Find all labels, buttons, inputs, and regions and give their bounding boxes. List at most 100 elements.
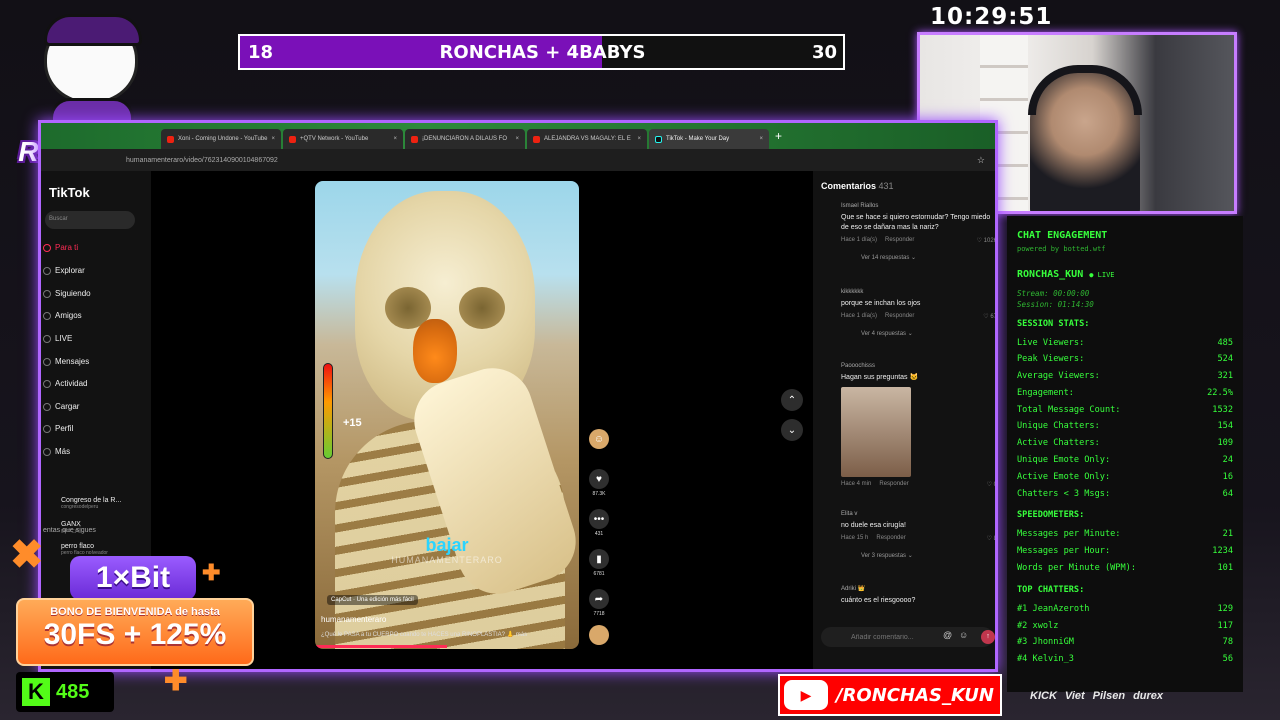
stat-value: 1532	[1212, 404, 1233, 415]
stat-value: 1234	[1212, 546, 1233, 557]
stat-label: Peak Viewers:	[1017, 354, 1085, 365]
stat-label: Active Emote Only:	[1017, 471, 1111, 482]
close-icon[interactable]: ×	[759, 136, 763, 142]
sidebar-item-cargar[interactable]: Cargar	[43, 402, 80, 411]
section-header: TOP CHATTERS:	[1017, 584, 1085, 595]
stat-label: Messages per Minute:	[1017, 529, 1121, 540]
browser-tab[interactable]: ¡DENUNCIARON A DILAUS FO ×	[405, 129, 525, 149]
level-meter	[323, 363, 333, 459]
avatar[interactable]	[821, 289, 835, 303]
comment-likes[interactable]: ♡ 67	[983, 313, 995, 320]
comment-time: Hace 4 min	[841, 480, 872, 487]
close-icon[interactable]: ×	[272, 136, 276, 142]
creator-avatar[interactable]: ☺	[587, 429, 611, 451]
next-video-button[interactable]: ⌄	[781, 419, 803, 441]
following-account[interactable]: perro flaco perro flaco nolveador	[61, 543, 108, 556]
bookmark-star-icon[interactable]: ☆	[977, 155, 985, 166]
emoji-icon[interactable]: ☺	[959, 630, 968, 640]
comment-likes[interactable]: ♡ 1026	[977, 237, 997, 244]
avatar[interactable]	[821, 585, 835, 599]
browser-tab-active[interactable]: TikTok - Make Your Day ×	[649, 129, 769, 149]
comment-user[interactable]: Adriki 👑	[841, 585, 995, 592]
view-replies-button[interactable]: Ver 3 respuestas ⌄	[861, 552, 995, 559]
video-player[interactable]: +15 bajar HUMANAMENTERARO CapCut · Una e…	[315, 181, 579, 649]
like-count: 0	[993, 481, 997, 488]
account-handle: ganx_yt_	[61, 528, 82, 534]
following-account[interactable]: GANX ganx_yt_	[61, 521, 81, 534]
sidebar-item-live[interactable]: LIVE	[43, 334, 72, 343]
bookmark-icon: ▮	[589, 549, 609, 569]
stat-value: 64	[1222, 488, 1233, 499]
like-button[interactable]: ♥ 87.3K	[587, 469, 611, 497]
stat-row: Live Viewers: 485	[1017, 335, 1233, 352]
comment-photo[interactable]	[841, 386, 911, 477]
search-input[interactable]: Buscar	[45, 211, 135, 229]
music-disc[interactable]	[587, 625, 611, 647]
close-icon[interactable]: ×	[637, 136, 641, 142]
comment-user[interactable]: Paooochisss	[841, 363, 995, 369]
tab-label: +QTV Network - YouTube	[300, 136, 369, 142]
sparkle-decoration: ✖	[10, 533, 44, 577]
comment-user[interactable]: Elita v	[841, 511, 995, 517]
reply-button[interactable]: Responder	[876, 535, 905, 542]
youtube-icon	[533, 135, 540, 143]
tiktok-logo[interactable]: TikTok	[49, 185, 90, 200]
reply-button[interactable]: Responder	[885, 237, 914, 244]
comment-user[interactable]: kikkkkkk	[841, 289, 995, 295]
1xbit-logo[interactable]: 1×Bit	[70, 556, 196, 600]
stat-label: #2 xwolz	[1017, 620, 1059, 631]
address-bar[interactable]: humanamenteraro/video/762314090010486709…	[41, 149, 995, 171]
capcut-tag[interactable]: CapCut · Una edición más fácil	[327, 595, 418, 605]
avatar[interactable]	[821, 203, 835, 217]
sidebar-item-label: Explorar	[55, 266, 85, 275]
tab-label: TikTok - Make Your Day	[666, 136, 730, 142]
browser-tab[interactable]: Xoni - Coming Undone - YouTube ×	[161, 129, 281, 149]
bookmark-button[interactable]: ▮ 6781	[587, 549, 611, 577]
clock: 10:29:51	[930, 4, 1053, 30]
share-button[interactable]: ➦ 7718	[587, 589, 611, 617]
section-header: SPEEDOMETERS:	[1017, 510, 1085, 521]
sidebar-item-actividad[interactable]: Actividad	[43, 379, 87, 388]
comment-user[interactable]: Ismael Riallos	[841, 203, 995, 209]
sidebar-item-label: Cargar	[55, 402, 80, 411]
sidebar-item-perfil[interactable]: Perfil	[43, 424, 73, 433]
close-icon[interactable]: ×	[393, 136, 397, 142]
view-replies-button[interactable]: Ver 14 respuestas ⌄	[861, 254, 995, 261]
url-text: humanamenteraro/video/762314090010486709…	[126, 156, 278, 164]
reply-button[interactable]: Responder	[879, 481, 908, 488]
new-tab-button[interactable]: +	[775, 129, 782, 143]
browser-tab[interactable]: +QTV Network - YouTube ×	[283, 129, 403, 149]
sidebar-item-explorar[interactable]: Explorar	[43, 266, 85, 275]
like-count: 1026	[983, 237, 997, 244]
comments-header: Comentarios 431	[821, 181, 894, 191]
avatar[interactable]	[821, 511, 835, 525]
powered-by: powered by botted.wtf	[1017, 245, 1106, 253]
mention-icon[interactable]: @	[943, 630, 952, 640]
stat-row: Words per Minute (WPM): 101	[1017, 560, 1233, 577]
account-name: Congreso de la R...	[61, 497, 122, 504]
sidebar-item-para-ti[interactable]: Para ti	[43, 243, 78, 252]
avatar[interactable]	[821, 363, 835, 377]
chat-engagement-panel: CHAT ENGAGEMENT powered by botted.wtf RO…	[1007, 216, 1243, 692]
previous-video-button[interactable]: ⌃	[781, 389, 803, 411]
following-account[interactable]: Congreso de la R... congresodelperu	[61, 497, 121, 510]
comment-button[interactable]: ••• 431	[587, 509, 611, 537]
sidebar-item-mensajes[interactable]: Mensajes	[43, 357, 89, 366]
sidebar-item-amigos[interactable]: Amigos	[43, 311, 82, 320]
comment-likes[interactable]: ♡ 0	[987, 481, 997, 488]
view-replies-button[interactable]: Ver 4 respuestas ⌄	[861, 330, 995, 337]
send-icon[interactable]: ↑	[981, 630, 995, 644]
sidebar-item-mas[interactable]: Más	[43, 447, 70, 456]
like-count: 87.3K	[592, 491, 606, 497]
video-progress-bar[interactable]	[315, 645, 447, 648]
video-author[interactable]: humanamenteraro	[321, 615, 386, 624]
bonus-banner[interactable]: BONO DE BIENVENIDA de hasta 30FS + 125%	[16, 598, 254, 666]
stat-label: Live Viewers:	[1017, 337, 1085, 348]
comment-likes[interactable]: ♡ 8	[987, 535, 995, 542]
comment-time: Hace 1 día(s)	[841, 236, 878, 243]
reply-button[interactable]: Responder	[885, 313, 914, 320]
close-icon[interactable]: ×	[515, 136, 519, 142]
meter-value: +15	[343, 417, 362, 429]
browser-tab[interactable]: ALEJANDRA VS MAGALY: EL E ×	[527, 129, 647, 149]
sidebar-item-siguiendo[interactable]: Siguiendo	[43, 289, 91, 298]
